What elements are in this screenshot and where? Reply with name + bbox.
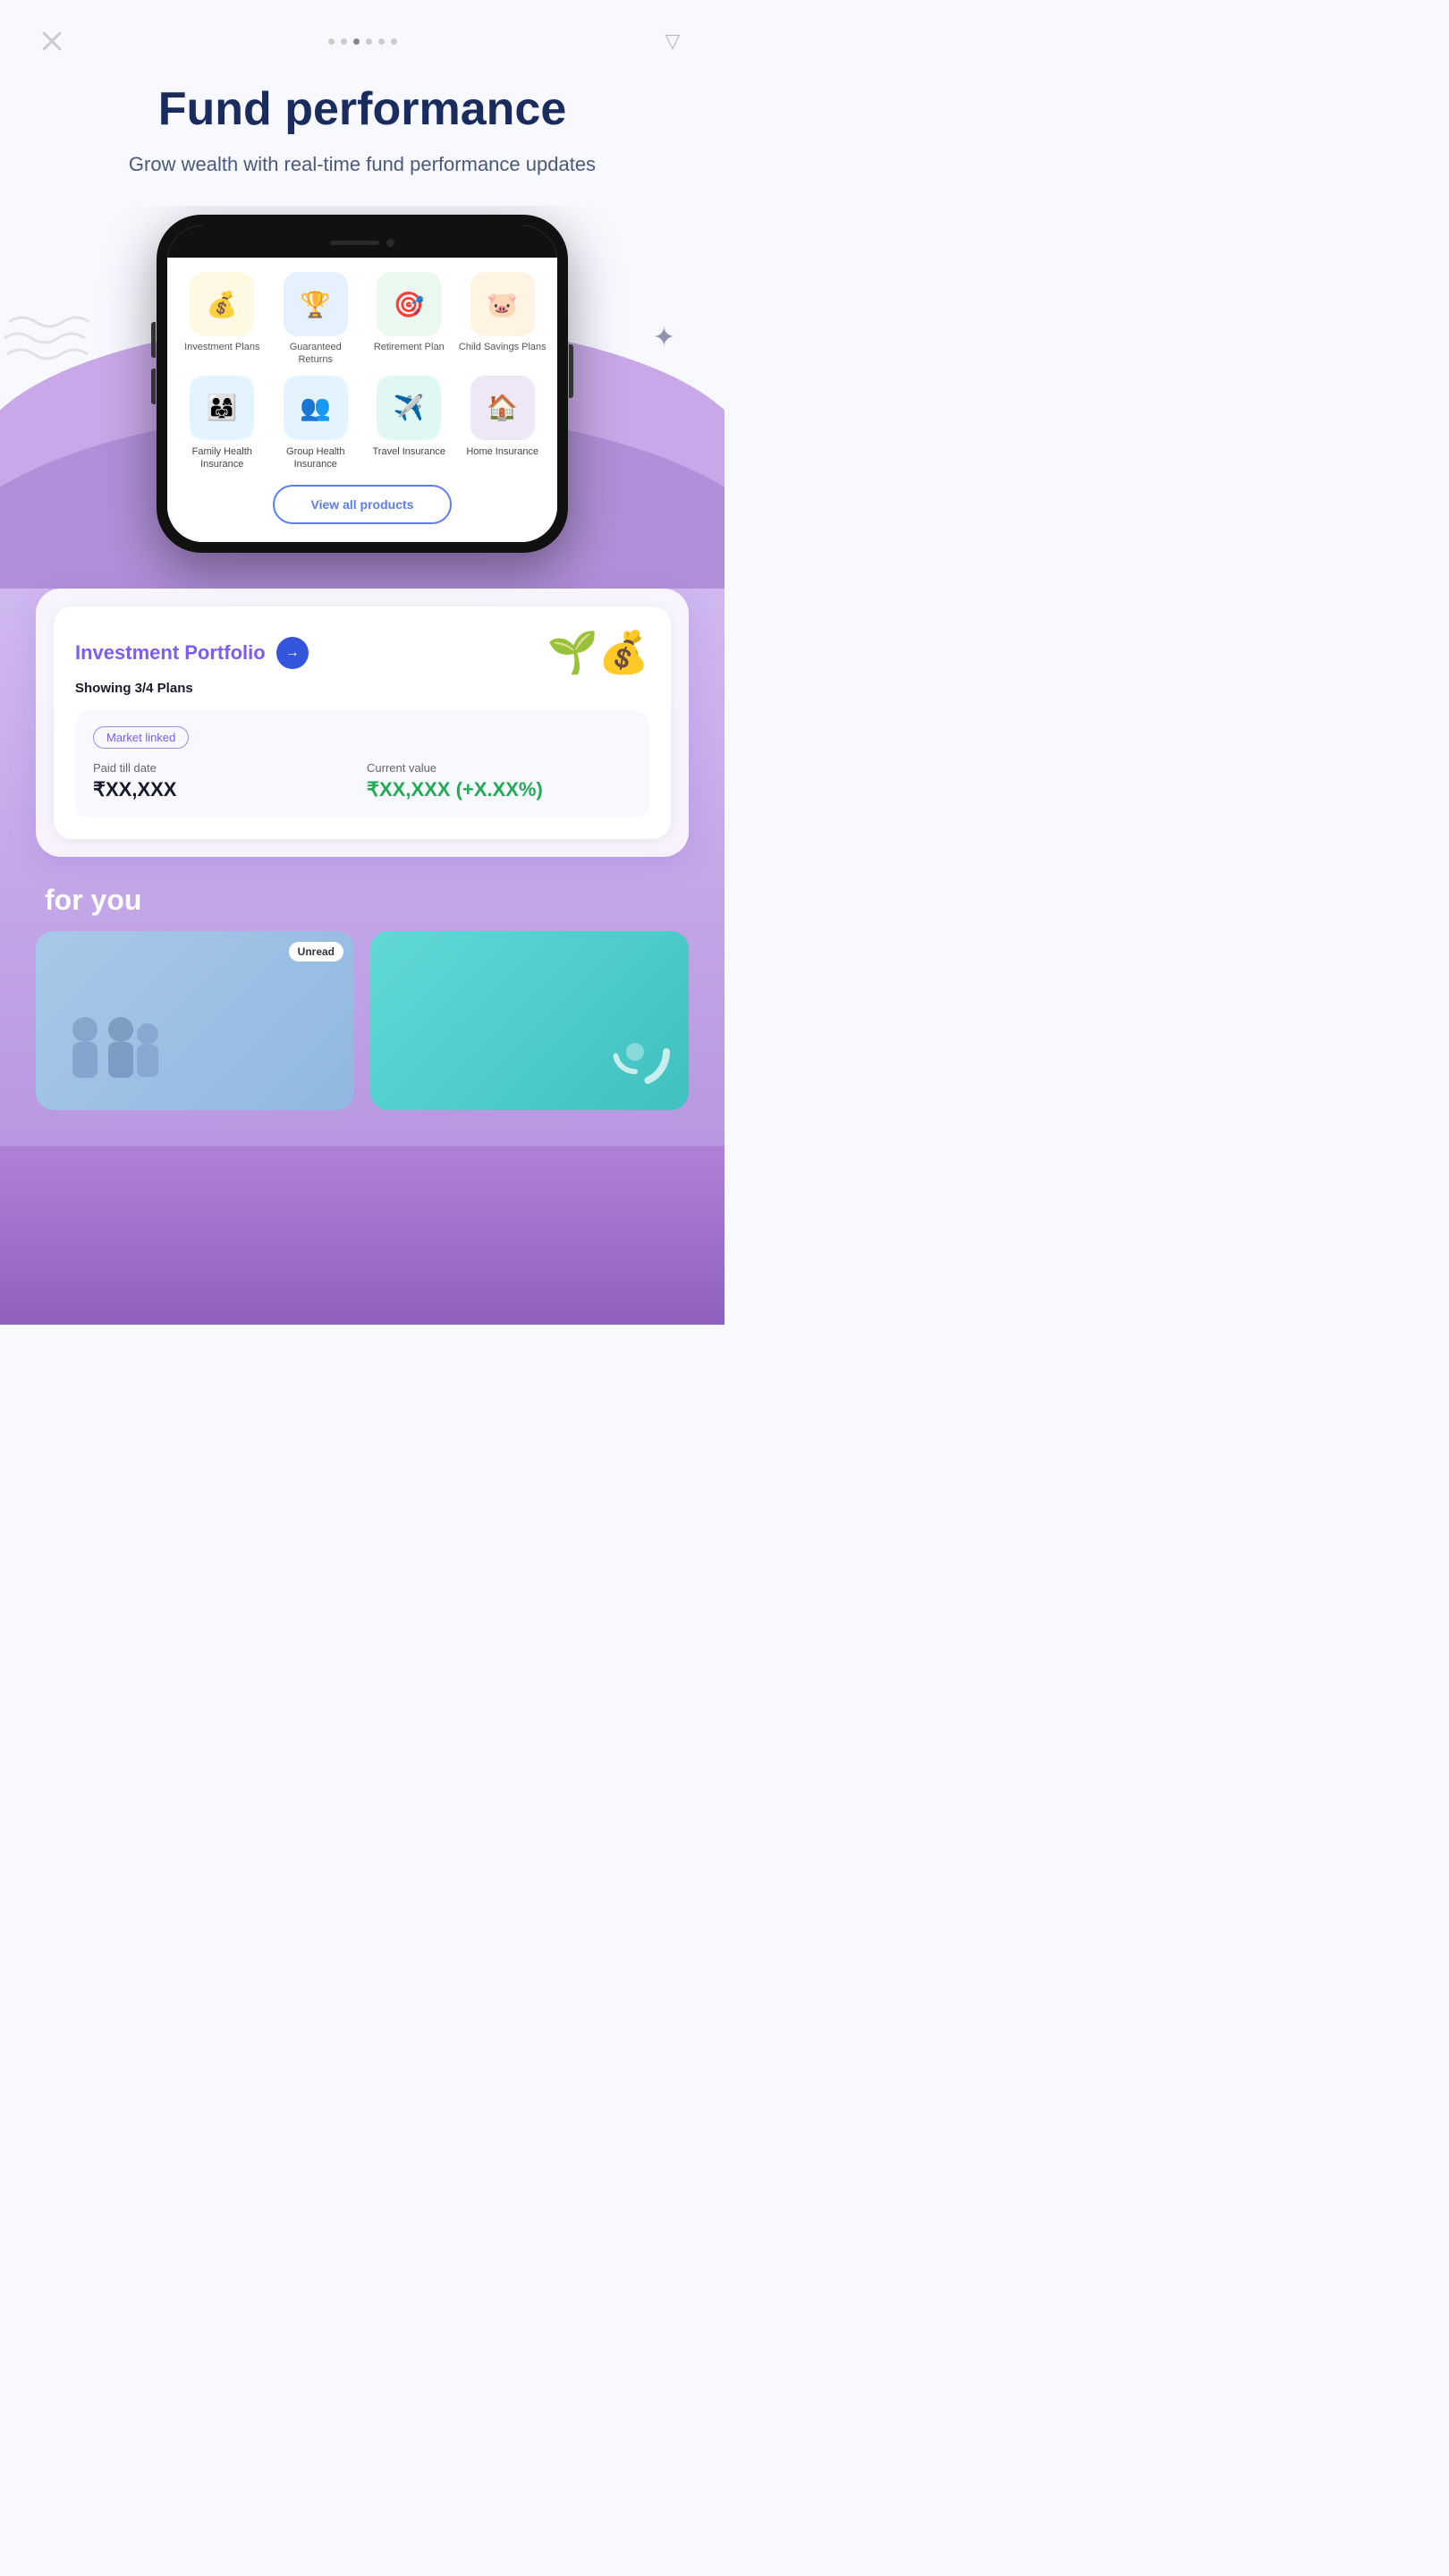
portfolio-inner-card: Investment Portfolio 🌱💰 Showing 3/4 Plan… [54,606,671,839]
market-linked-badge: Market linked [93,726,189,749]
dot-2 [341,38,347,45]
top-products-row: 💰 Investment Plans 🏆 Guaranteed Returns … [178,272,547,367]
portfolio-title: Investment Portfolio [75,641,266,665]
product-guaranteed-returns[interactable]: 🏆 Guaranteed Returns [272,272,360,367]
retirement-plan-label: Retirement Plan [374,341,445,353]
home-label: Home Insurance [466,445,538,458]
phone-mockup-area: 💰 Investment Plans 🏆 Guaranteed Returns … [0,215,724,553]
family-health-label: Family Health Insurance [178,445,267,471]
for-you-card-2[interactable] [370,931,689,1110]
dot-1 [328,38,335,45]
speaker [330,241,379,245]
triangle-icon: ▽ [657,25,689,57]
card1-illustration [49,1003,174,1097]
product-travel-insurance[interactable]: ✈️ Travel Insurance [365,376,453,471]
portfolio-arrow-button[interactable] [276,637,309,669]
guaranteed-returns-label: Guaranteed Returns [272,341,360,367]
product-family-health[interactable]: 👨‍👩‍👧 Family Health Insurance [178,376,267,471]
home-icon-box: 🏠 [470,376,535,440]
card2-illustration [590,1007,680,1101]
for-you-card-1[interactable]: Unread [36,931,354,1110]
for-you-cards: Unread [0,931,724,1110]
dot-4 [366,38,372,45]
top-bar: ▽ [0,0,724,66]
dot-5 [378,38,385,45]
power-button [569,344,573,398]
group-health-icon-box: 👥 [284,376,348,440]
child-savings-label: Child Savings Plans [459,341,547,353]
family-health-icon-box: 👨‍👩‍👧 [190,376,254,440]
travel-icon-box: ✈️ [377,376,441,440]
current-label: Current value [367,761,631,775]
phone-device: 💰 Investment Plans 🏆 Guaranteed Returns … [157,215,568,553]
current-value-group: Current value ₹XX,XXX (+X.XX%) [367,761,631,801]
bottom-section [0,1146,724,1325]
retirement-plan-icon-box: 🎯 [377,272,441,336]
phone-notch-area [167,225,557,258]
investment-plans-icon-box: 💰 [190,272,254,336]
view-all-products-button[interactable]: View all products [273,485,452,524]
progress-dots [328,38,397,45]
phone-screen: 💰 Investment Plans 🏆 Guaranteed Returns … [167,225,557,542]
unread-badge: Unread [289,942,343,962]
insurance-products-row: 👨‍👩‍👧 Family Health Insurance 👥 Group He… [178,376,547,471]
current-value: ₹XX,XXX (+X.XX%) [367,778,631,801]
portfolio-detail-card: Market linked Paid till date ₹XX,XXX Cur… [75,710,649,818]
group-health-label: Group Health Insurance [272,445,360,471]
portfolio-section: Investment Portfolio 🌱💰 Showing 3/4 Plan… [36,589,689,857]
portfolio-subtitle: Showing 3/4 Plans [75,681,649,696]
phone-content: 💰 Investment Plans 🏆 Guaranteed Returns … [167,258,557,542]
product-home-insurance[interactable]: 🏠 Home Insurance [459,376,547,471]
volume-button-1 [151,322,156,358]
for-you-title: for you [0,884,724,917]
product-child-savings[interactable]: 🐷 Child Savings Plans [459,272,547,367]
hero-section: Fund performance Grow wealth with real-t… [0,66,724,206]
notch [304,231,420,254]
investment-plans-label: Investment Plans [184,341,259,353]
hero-subtitle: Grow wealth with real-time fund performa… [36,149,689,179]
guaranteed-returns-icon-box: 🏆 [284,272,348,336]
values-row: Paid till date ₹XX,XXX Current value ₹XX… [93,761,631,801]
for-you-section: for you Unread [0,884,724,1110]
product-retirement-plan[interactable]: 🎯 Retirement Plan [365,272,453,367]
portfolio-header: Investment Portfolio 🌱💰 [75,628,649,677]
close-icon[interactable] [36,25,68,57]
plant-icon: 🌱💰 [547,628,649,677]
product-investment-plans[interactable]: 💰 Investment Plans [178,272,267,367]
page-title: Fund performance [36,84,689,135]
paid-label: Paid till date [93,761,358,775]
dot-6 [391,38,397,45]
portfolio-outer-card: Investment Portfolio 🌱💰 Showing 3/4 Plan… [36,589,689,857]
volume-button-2 [151,369,156,404]
paid-till-date-group: Paid till date ₹XX,XXX [93,761,358,801]
camera [386,239,394,247]
portfolio-title-row: Investment Portfolio [75,637,309,669]
product-group-health[interactable]: 👥 Group Health Insurance [272,376,360,471]
travel-label: Travel Insurance [372,445,445,458]
child-savings-icon-box: 🐷 [470,272,535,336]
paid-value: ₹XX,XXX [93,778,358,801]
dot-3 [353,38,360,45]
